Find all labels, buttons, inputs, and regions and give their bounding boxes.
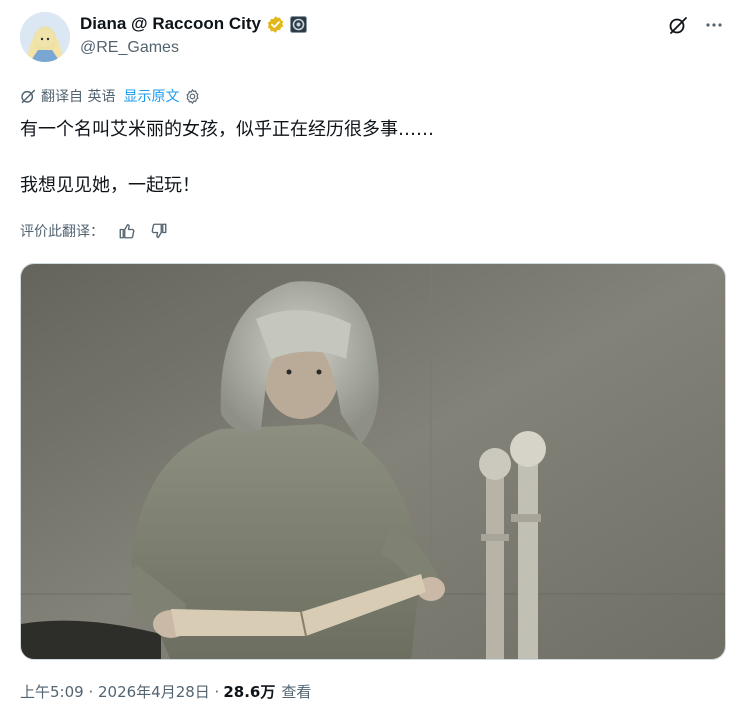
tweet-line-2: 我想见见她，一起玩！ — [20, 175, 200, 196]
like-translation-icon[interactable] — [118, 222, 136, 240]
more-icon[interactable] — [703, 14, 725, 36]
tweet-meta: 上午5:09 · 2026年4月28日 · 28.6万 查看 — [20, 680, 311, 702]
affiliate-badge-icon[interactable] — [289, 15, 307, 33]
tweet-actions — [667, 14, 725, 36]
timestamp[interactable]: 上午5:09 · 2026年4月28日 · — [20, 681, 219, 702]
rate-translation: 评价此翻译： — [20, 220, 168, 242]
translated-from-label: 翻译自 英语 — [41, 89, 116, 105]
tweet-image[interactable] — [20, 263, 726, 660]
tweet-text: 有一个名叫艾米丽的女孩，似乎正在经历很多事…… 我想见见她，一起玩！ — [20, 116, 720, 200]
views-label: 查看 — [281, 682, 312, 701]
rate-translation-label: 评价此翻译： — [20, 224, 104, 240]
settings-icon[interactable] — [184, 88, 201, 105]
avatar[interactable] — [20, 12, 70, 62]
show-original-link[interactable]: 显示原文 — [123, 86, 179, 106]
view-count: 28.6万 — [223, 682, 276, 701]
verified-badge-icon[interactable] — [266, 15, 285, 34]
author-info: Diana @ Raccoon City @RE_Games — [80, 12, 307, 57]
dislike-translation-icon[interactable] — [150, 222, 168, 240]
translation-notice: 翻译自 英语 显示原文 — [20, 86, 201, 106]
grok-icon[interactable] — [667, 14, 689, 36]
display-name[interactable]: Diana @ Raccoon City — [80, 14, 261, 34]
translate-icon — [20, 88, 36, 104]
tweet-line-1: 有一个名叫艾米丽的女孩，似乎正在经历很多事…… — [20, 119, 434, 140]
handle[interactable]: @RE_Games — [80, 39, 307, 57]
